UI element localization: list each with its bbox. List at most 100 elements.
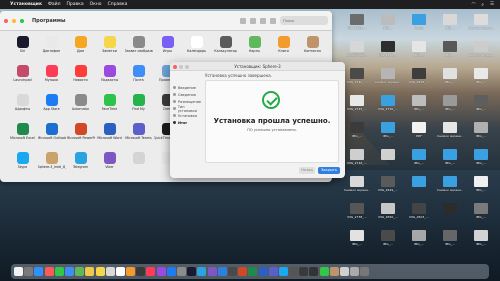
desktop-file[interactable]: IMG_... — [468, 149, 494, 165]
desktop-file[interactable]: IMG_... — [406, 149, 432, 165]
desktop-file[interactable]: PDF — [406, 122, 432, 138]
desktop-file[interactable]: IMG_... — [406, 230, 432, 246]
dock-app-icon[interactable] — [187, 267, 197, 276]
desktop-file[interactable]: IMG_2603_... — [406, 203, 432, 219]
menu-help[interactable]: Справка — [108, 2, 128, 7]
dock-app-icon[interactable] — [248, 267, 258, 276]
close-window-icon[interactable] — [4, 18, 8, 23]
minimize-window-icon[interactable] — [12, 18, 16, 23]
finder-search-input[interactable] — [280, 16, 328, 25]
dock-app-icon[interactable] — [289, 267, 299, 276]
dock-app-icon[interactable] — [177, 267, 186, 276]
view-list-icon[interactable] — [250, 17, 256, 24]
dock-app-icon[interactable] — [350, 267, 360, 276]
desktop-file[interactable]: IMG_2605_... — [406, 68, 432, 84]
desktop-file[interactable]: IMG_... — [468, 203, 494, 219]
app-item[interactable]: Launchpad — [8, 65, 37, 94]
app-item[interactable]: Карты — [240, 36, 269, 65]
dock-app-icon[interactable] — [166, 267, 176, 276]
dock-app-icon[interactable] — [278, 267, 288, 276]
dock-app-icon[interactable] — [146, 267, 156, 276]
menu-edit[interactable]: Правка — [66, 2, 83, 7]
app-item[interactable]: Siri — [8, 36, 37, 65]
app-item[interactable]: Find My — [124, 94, 153, 123]
desktop-file[interactable]: Снимок экрана... — [437, 176, 463, 192]
app-item[interactable]: App Store — [37, 94, 66, 123]
close-dialog-icon[interactable] — [173, 65, 177, 69]
desktop-file[interactable]: Снимок экрана... — [468, 41, 494, 57]
app-item[interactable]: Microsoft PowerPoint — [66, 123, 95, 152]
desktop-file[interactable]: IMG_... — [437, 149, 463, 165]
close-button[interactable]: Закрыть — [318, 167, 340, 174]
desktop-file[interactable]: IMG_2740_... — [344, 68, 370, 84]
dock-app-icon[interactable] — [95, 267, 105, 276]
control-center-icon[interactable]: ☰ — [490, 2, 494, 8]
desktop-file[interactable]: Снимок экрана... — [344, 176, 370, 192]
desktop-file[interactable]: IMG_... — [406, 41, 432, 57]
desktop-file[interactable]: IMG_2745_... — [344, 95, 370, 111]
desktop-file[interactable]: IMG_2636_... — [375, 41, 401, 57]
app-item[interactable]: Automator — [66, 94, 95, 123]
desktop-file[interactable]: Папка — [406, 14, 432, 30]
dock-app-icon[interactable] — [75, 267, 85, 276]
desktop-file[interactable] — [375, 149, 401, 161]
dock-app-icon[interactable] — [268, 267, 278, 276]
app-item[interactable]: Microsoft Word — [95, 123, 124, 152]
app-item[interactable]: Калькулятор — [211, 36, 240, 65]
desktop-file[interactable]: IMG_... — [344, 230, 370, 246]
desktop-file[interactable]: Сн.2024-02-... — [344, 41, 370, 57]
dock-app-icon[interactable] — [85, 267, 95, 276]
app-item[interactable]: Календарь — [182, 36, 211, 65]
dock-app-icon[interactable] — [34, 267, 44, 276]
wifi-icon[interactable]: ◠ — [471, 2, 475, 8]
app-item[interactable]: Диктофон — [37, 36, 66, 65]
desktop-file[interactable]: Снимок экрана... — [375, 68, 401, 84]
tag-icon[interactable] — [270, 17, 276, 24]
desktop-file[interactable]: IMG_... — [437, 14, 463, 30]
desktop-file[interactable]: IMG_... — [437, 41, 463, 57]
app-item[interactable]: Заметки — [95, 36, 124, 65]
dock-app-icon[interactable] — [197, 267, 207, 276]
dock-app-icon[interactable] — [54, 267, 64, 276]
menu-app-name[interactable]: Установщик — [10, 2, 42, 7]
dock-app-icon[interactable] — [136, 267, 146, 276]
app-item[interactable]: Захват изображений — [124, 36, 153, 65]
dock-app-icon[interactable] — [14, 267, 23, 276]
desktop-file[interactable]: IMG_... — [344, 122, 370, 138]
dock-app-icon[interactable] — [44, 267, 54, 276]
dock-app-icon[interactable] — [258, 267, 268, 276]
dock-app-icon[interactable] — [340, 267, 349, 276]
menu-file[interactable]: Файл — [48, 2, 60, 7]
app-item[interactable]: Skype — [8, 152, 37, 181]
app-item[interactable]: Почта — [124, 65, 153, 94]
zoom-window-icon[interactable] — [20, 18, 24, 23]
dock-app-icon[interactable] — [105, 267, 115, 276]
dock-app-icon[interactable] — [64, 267, 74, 276]
back-button[interactable]: Назад — [299, 167, 315, 174]
app-item[interactable]: Музыка — [37, 65, 66, 94]
desktop-file[interactable]: IMG_2650_... — [375, 203, 401, 219]
desktop-file[interactable]: IMG_2746_... — [344, 149, 370, 165]
dock-app-icon[interactable] — [24, 267, 34, 276]
desktop-file[interactable]: IMG_... — [437, 68, 463, 84]
dock-app-icon[interactable] — [319, 267, 329, 276]
dock-app-icon[interactable] — [238, 267, 248, 276]
app-item[interactable]: Telegram — [66, 152, 95, 181]
app-item[interactable] — [124, 152, 153, 181]
desktop-file[interactable]: IMG_... — [375, 14, 401, 30]
desktop-file[interactable]: IMG_2738_... — [344, 203, 370, 219]
app-item[interactable]: Новости — [66, 65, 95, 94]
desktop-file[interactable]: Снимок экрана... — [468, 14, 494, 30]
share-icon[interactable] — [260, 17, 266, 24]
dock-app-icon[interactable] — [360, 267, 370, 276]
app-item[interactable]: Контакты — [298, 36, 327, 65]
desktop-file[interactable]: IMG_... — [437, 95, 463, 111]
desktop-file[interactable]: IMG_... — [437, 230, 463, 246]
dock-app-icon[interactable] — [207, 267, 217, 276]
app-item[interactable]: Microsoft Excel — [8, 123, 37, 152]
app-item[interactable]: Viber — [95, 152, 124, 181]
desktop-file[interactable]: IMG_... — [375, 230, 401, 246]
desktop-file[interactable]: IMG_... — [406, 95, 432, 111]
dock-app-icon[interactable] — [115, 267, 125, 276]
desktop-file[interactable] — [406, 176, 432, 188]
